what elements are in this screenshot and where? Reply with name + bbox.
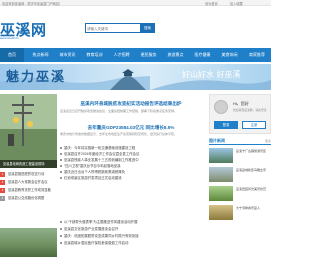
thumbnail [209, 148, 233, 163]
side-news-item[interactable]: 大宁河畔春景宜人 [209, 205, 271, 220]
nav-item-education[interactable]: 教育培训 [81, 48, 108, 62]
rank-badge: 1 [0, 172, 5, 177]
thumbnail [209, 205, 233, 220]
news-title: 巫溪县文化旅游产业发展座谈会召开 [64, 227, 119, 231]
side-news-item[interactable]: 巫溪田园风光美景欣赏 [209, 186, 271, 201]
news-title: “四川卫视”重庆台节目今年起落地巫溪 [64, 164, 121, 168]
bullet-icon [60, 165, 62, 167]
greeting-text: Hi，您好 [233, 101, 249, 106]
news-title: 巫溪县城乡居民医疗保险参保缴费工作启动 [64, 241, 129, 245]
nav-item-city[interactable]: 城市资讯 [54, 48, 81, 62]
search-button[interactable]: 搜索 [140, 23, 155, 33]
list-item[interactable]: 4 巫溪县公交线路优化调整 [0, 195, 57, 202]
news-title: 红池坝景区旅游开发项目正式启动建设 [64, 176, 122, 180]
bullet-icon [60, 242, 62, 244]
search-box: 搜索 [85, 23, 155, 33]
login-button[interactable]: 登录 [214, 121, 238, 129]
list-item[interactable]: 2 巫溪县人大常委会召开会议 [0, 179, 57, 186]
thumbnail [209, 186, 233, 201]
rank-title: 巫溪县教育扶贫工作成效显著 [8, 188, 51, 192]
news-title: 巫溪县残疾人事业发展十三五规划编制工作推进中 [64, 158, 139, 162]
side-section-header: 图片新闻 更多 [209, 138, 271, 145]
side-news-title: 巫溪县城新区鸟瞰全景 [236, 168, 267, 172]
thumbnail [209, 167, 233, 182]
site-header: 巫溪网 www.wuxi0.cn 搜索 [0, 6, 271, 46]
bullet-icon [60, 153, 62, 155]
bullet-icon [60, 171, 62, 173]
list-item[interactable]: 重庆：巩固拓展脱贫攻坚成果同乡村振兴有效衔接 [60, 233, 202, 239]
nav-item-travel[interactable]: 旅游景点 [162, 48, 189, 62]
nav-item-hot-news[interactable]: 热点新闻 [27, 48, 54, 62]
news-title: 以“干部带头做表率”为主题推进作风建设活动开展 [64, 220, 138, 224]
login-panel: Hi，您好 欢迎来到巫溪网，请先登录 登录 注册 [209, 94, 271, 134]
news-title: 重庆：今年将实施新一轮交通基础设施建设工程 [64, 146, 136, 150]
banner: 魅力巫溪 好山好水 好巫溪 [0, 64, 271, 90]
rank-badge: 3 [0, 188, 5, 193]
list-item[interactable]: 红池坝景区旅游开发项目正式启动建设 [60, 175, 202, 181]
news-title: 重庆近日出台个人所得税新政策减税降负 [64, 170, 126, 174]
headline-desc-2: 重庆市统计局发布数据显示，去年全市地区生产总值保持稳定增长，经济运行总体平稳。 [60, 132, 178, 136]
list-item[interactable]: 巫溪县城乡居民医疗保险参保缴费工作启动 [60, 240, 202, 246]
search-input[interactable] [87, 25, 137, 32]
side-section-title: 图片新闻 [209, 138, 225, 143]
bullet-icon [60, 159, 62, 161]
nav-item-merchants[interactable]: 商家推荐 [243, 48, 271, 62]
side-more-link[interactable]: 更多 [265, 139, 271, 143]
headline-block: 巫溪内环县城脱贫攻坚纪实活动报告评选结果出炉 巫溪县近日召开脱贫攻坚推进会议，全… [60, 94, 202, 140]
bullet-icon [60, 221, 62, 223]
headline-title[interactable]: 巫溪内环县城脱贫攻坚纪实活动报告评选结果出炉 [60, 101, 202, 107]
list-item[interactable]: 3 巫溪县教育扶贫工作成效显著 [0, 187, 57, 194]
news-title: 重庆：巩固拓展脱贫攻坚成果同乡村振兴有效衔接 [64, 234, 139, 238]
banner-title: 魅力巫溪 [6, 70, 67, 85]
side-news-item[interactable]: 巫溪县城新区鸟瞰全景 [209, 167, 271, 182]
side-news-title: 大宁河畔春景宜人 [236, 206, 261, 210]
bullet-icon [60, 177, 62, 179]
list-item[interactable]: 1 巫溪县推进脱贫攻坚行动 [0, 171, 57, 178]
nav-item-jobs[interactable]: 人才招聘 [108, 48, 135, 62]
slider-photo [0, 94, 57, 168]
rank-title: 巫溪县人大常委会召开会议 [8, 180, 48, 184]
avatar [214, 100, 228, 114]
headline-desc: 巫溪县近日召开脱贫攻坚推进会议，全面总结前期工作经验，部署下阶段重点任务安排。 [60, 109, 178, 113]
bottom-left-image[interactable] [0, 228, 57, 257]
logo-url: www.wuxi0.cn [0, 36, 19, 40]
headline-sub[interactable]: 去年重庆GDP23584.03亿元 同比增长8.5% [60, 125, 202, 131]
nav-item-food[interactable]: 美食休闲 [216, 48, 243, 62]
nav-item-services[interactable]: 便民服务 [135, 48, 162, 62]
image-slider[interactable]: 巫溪县电网改造工程建设现场 [0, 94, 57, 168]
side-news-item[interactable]: 巫溪宁厂古镇旅游景区 [209, 148, 271, 163]
rank-title: 巫溪县公交线路优化调整 [8, 196, 45, 200]
list-item[interactable]: 巫溪县文化旅游产业发展座谈会召开 [60, 226, 202, 232]
rank-badge: 2 [0, 180, 5, 185]
register-button[interactable]: 注册 [242, 121, 266, 129]
news-title: 巫溪县召开2024年度经济工作会议暨全县工作会议 [64, 152, 140, 156]
nav-item-home[interactable]: 首页 [0, 48, 24, 62]
bullet-icon [60, 235, 62, 237]
banner-slogan: 好山好水 好巫溪 [182, 70, 241, 79]
greeting-sub: 欢迎来到巫溪网，请先登录 [233, 108, 267, 112]
rank-badge: 4 [0, 196, 5, 201]
bullet-icon [60, 228, 62, 230]
bullet-icon [60, 147, 62, 149]
slider-caption[interactable]: 巫溪县电网改造工程建设现场 [0, 160, 57, 168]
list-item[interactable]: 以“干部带头做表率”为主题推进作风建设活动开展 [60, 219, 202, 225]
side-news-title: 巫溪宁厂古镇旅游景区 [236, 149, 267, 153]
rank-title: 巫溪县推进脱贫攻坚行动 [8, 172, 45, 176]
main-nav: 首页 热点新闻 城市资讯 教育培训 人才招聘 便民服务 旅游景点 医疗健康 美食… [0, 48, 271, 62]
site-logo[interactable]: 巫溪网 www.wuxi0.cn [0, 19, 60, 40]
nav-item-health[interactable]: 医疗健康 [189, 48, 216, 62]
side-news-title: 巫溪田园风光美景欣赏 [236, 187, 267, 191]
